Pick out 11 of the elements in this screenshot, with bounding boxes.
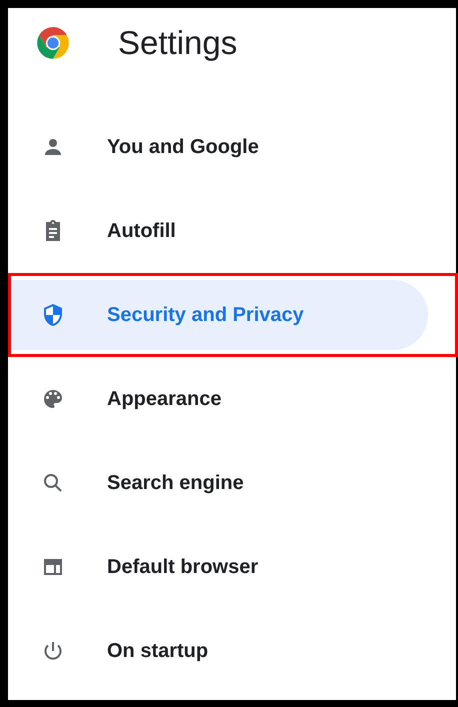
menu-item[interactable]: Default browser: [10, 532, 428, 602]
menu-item[interactable]: On startup: [10, 616, 428, 686]
browser-logo: [34, 24, 72, 62]
palette-icon: [41, 387, 65, 411]
page-title: Settings: [118, 24, 238, 62]
menu-item[interactable]: You and Google: [10, 112, 428, 182]
menu-item[interactable]: Appearance: [10, 364, 428, 434]
menu-item[interactable]: Security and Privacy: [10, 280, 428, 350]
menu-item[interactable]: Autofill: [10, 196, 428, 266]
menu-item[interactable]: Search engine: [10, 448, 428, 518]
shield-icon: [41, 303, 65, 327]
